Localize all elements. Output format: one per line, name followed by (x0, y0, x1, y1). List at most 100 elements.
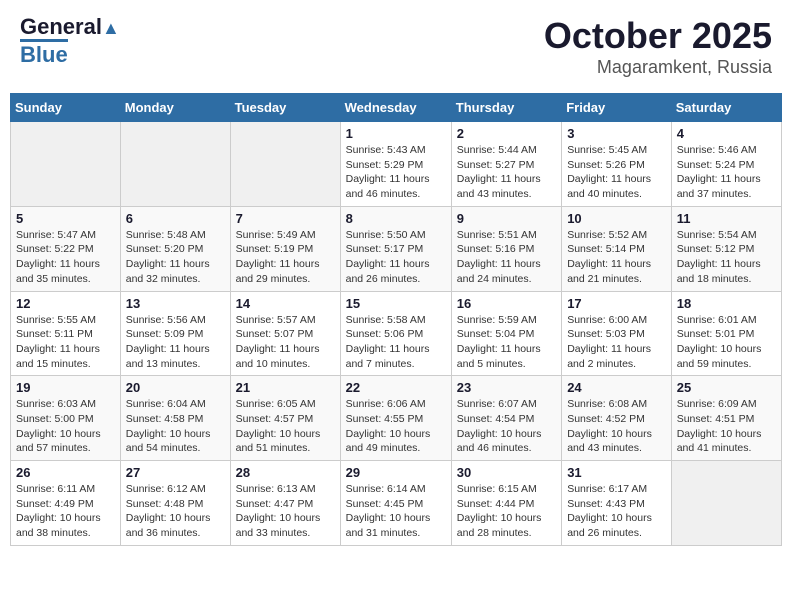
day-info: Sunrise: 6:08 AM Sunset: 4:52 PM Dayligh… (567, 397, 666, 456)
calendar-cell: 10Sunrise: 5:52 AM Sunset: 5:14 PM Dayli… (562, 206, 672, 291)
day-info: Sunrise: 6:01 AM Sunset: 5:01 PM Dayligh… (677, 313, 776, 372)
calendar-week-5: 26Sunrise: 6:11 AM Sunset: 4:49 PM Dayli… (11, 461, 782, 546)
calendar-cell: 23 Sunrise: 6:07 AM Sunset: 4:54 PM Dayli… (451, 376, 561, 461)
day-number: 25 (677, 380, 776, 395)
calendar-cell: 1Sunrise: 5:43 AM Sunset: 5:29 PM Daylig… (340, 122, 451, 207)
day-info: Sunrise: 5:54 AM Sunset: 5:12 PM Dayligh… (677, 228, 776, 287)
day-info: Sunrise: 6:17 AM Sunset: 4:43 PM Dayligh… (567, 482, 666, 541)
day-info: Sunrise: 5:49 AM Sunset: 5:19 PM Dayligh… (236, 228, 335, 287)
day-number: 31 (567, 465, 666, 480)
day-of-week-monday: Monday (120, 94, 230, 122)
day-number: 4 (677, 126, 776, 141)
calendar-cell: 17Sunrise: 6:00 AM Sunset: 5:03 PM Dayli… (562, 291, 672, 376)
day-info: Sunrise: 5:45 AM Sunset: 5:26 PM Dayligh… (567, 143, 666, 202)
day-info: Sunrise: 5:59 AM Sunset: 5:04 PM Dayligh… (457, 313, 556, 372)
calendar-cell: 2 Sunrise: 5:44 AM Sunset: 5:27 PM Daylig… (451, 122, 561, 207)
calendar-cell: 24Sunrise: 6:08 AM Sunset: 4:52 PM Dayli… (562, 376, 672, 461)
day-info: Sunrise: 6:05 AM Sunset: 4:57 PM Dayligh… (236, 397, 335, 456)
day-info: Sunrise: 5:51 AM Sunset: 5:16 PM Dayligh… (457, 228, 556, 287)
day-number: 23 (457, 380, 556, 395)
calendar-week-4: 19 Sunrise: 6:03 AM Sunset: 5:00 PM Dayli… (11, 376, 782, 461)
calendar-cell: 7 Sunrise: 5:49 AM Sunset: 5:19 PM Daylig… (230, 206, 340, 291)
day-info: Sunrise: 6:07 AM Sunset: 4:54 PM Dayligh… (457, 397, 556, 456)
day-info: Sunrise: 6:04 AM Sunset: 4:58 PM Dayligh… (126, 397, 225, 456)
day-info: Sunrise: 6:03 AM Sunset: 5:00 PM Dayligh… (16, 397, 115, 456)
calendar-cell (11, 122, 121, 207)
calendar-cell: 21 Sunrise: 6:05 AM Sunset: 4:57 PM Dayli… (230, 376, 340, 461)
logo: General▲ Blue (20, 15, 120, 67)
page-header: General▲ Blue October 2025 Magaramkent, … (10, 10, 782, 83)
day-info: Sunrise: 5:56 AM Sunset: 5:09 PM Dayligh… (126, 313, 225, 372)
calendar-cell: 22 Sunrise: 6:06 AM Sunset: 4:55 PM Dayli… (340, 376, 451, 461)
calendar-cell: 8 Sunrise: 5:50 AM Sunset: 5:17 PM Daylig… (340, 206, 451, 291)
day-info: Sunrise: 5:50 AM Sunset: 5:17 PM Dayligh… (346, 228, 446, 287)
calendar-header-row: SundayMondayTuesdayWednesdayThursdayFrid… (11, 94, 782, 122)
day-info: Sunrise: 6:06 AM Sunset: 4:55 PM Dayligh… (346, 397, 446, 456)
day-info: Sunrise: 5:48 AM Sunset: 5:20 PM Dayligh… (126, 228, 225, 287)
day-number: 7 (236, 211, 335, 226)
day-info: Sunrise: 6:12 AM Sunset: 4:48 PM Dayligh… (126, 482, 225, 541)
day-info: Sunrise: 6:09 AM Sunset: 4:51 PM Dayligh… (677, 397, 776, 456)
day-info: Sunrise: 5:47 AM Sunset: 5:22 PM Dayligh… (16, 228, 115, 287)
calendar-cell: 16Sunrise: 5:59 AM Sunset: 5:04 PM Dayli… (451, 291, 561, 376)
calendar-cell (230, 122, 340, 207)
logo-blue-text: Blue (20, 39, 68, 67)
day-number: 22 (346, 380, 446, 395)
calendar-cell: 27Sunrise: 6:12 AM Sunset: 4:48 PM Dayli… (120, 461, 230, 546)
calendar-cell: 5Sunrise: 5:47 AM Sunset: 5:22 PM Daylig… (11, 206, 121, 291)
day-of-week-saturday: Saturday (671, 94, 781, 122)
day-number: 8 (346, 211, 446, 226)
logo-text: General▲ (20, 15, 120, 39)
calendar-cell: 26Sunrise: 6:11 AM Sunset: 4:49 PM Dayli… (11, 461, 121, 546)
day-number: 19 (16, 380, 115, 395)
day-info: Sunrise: 6:15 AM Sunset: 4:44 PM Dayligh… (457, 482, 556, 541)
day-number: 30 (457, 465, 556, 480)
calendar-cell: 19 Sunrise: 6:03 AM Sunset: 5:00 PM Dayli… (11, 376, 121, 461)
day-info: Sunrise: 6:11 AM Sunset: 4:49 PM Dayligh… (16, 482, 115, 541)
calendar-cell: 28 Sunrise: 6:13 AM Sunset: 4:47 PM Dayli… (230, 461, 340, 546)
calendar-cell: 30 Sunrise: 6:15 AM Sunset: 4:44 PM Dayli… (451, 461, 561, 546)
day-number: 10 (567, 211, 666, 226)
day-info: Sunrise: 5:46 AM Sunset: 5:24 PM Dayligh… (677, 143, 776, 202)
day-info: Sunrise: 5:57 AM Sunset: 5:07 PM Dayligh… (236, 313, 335, 372)
calendar-week-1: 1Sunrise: 5:43 AM Sunset: 5:29 PM Daylig… (11, 122, 782, 207)
day-number: 15 (346, 296, 446, 311)
calendar-cell (671, 461, 781, 546)
day-number: 9 (457, 211, 556, 226)
day-of-week-sunday: Sunday (11, 94, 121, 122)
day-number: 21 (236, 380, 335, 395)
calendar-cell: 3Sunrise: 5:45 AM Sunset: 5:26 PM Daylig… (562, 122, 672, 207)
day-number: 28 (236, 465, 335, 480)
calendar-cell: 12Sunrise: 5:55 AM Sunset: 5:11 PM Dayli… (11, 291, 121, 376)
day-number: 13 (126, 296, 225, 311)
day-number: 14 (236, 296, 335, 311)
calendar-cell: 15 Sunrise: 5:58 AM Sunset: 5:06 PM Dayli… (340, 291, 451, 376)
day-number: 11 (677, 211, 776, 226)
day-of-week-friday: Friday (562, 94, 672, 122)
calendar-week-3: 12Sunrise: 5:55 AM Sunset: 5:11 PM Dayli… (11, 291, 782, 376)
day-info: Sunrise: 5:55 AM Sunset: 5:11 PM Dayligh… (16, 313, 115, 372)
day-number: 18 (677, 296, 776, 311)
calendar-cell: 4 Sunrise: 5:46 AM Sunset: 5:24 PM Daylig… (671, 122, 781, 207)
calendar-table: SundayMondayTuesdayWednesdayThursdayFrid… (10, 93, 782, 546)
calendar-subtitle: Magaramkent, Russia (544, 57, 772, 78)
day-number: 17 (567, 296, 666, 311)
calendar-cell: 18 Sunrise: 6:01 AM Sunset: 5:01 PM Dayli… (671, 291, 781, 376)
calendar-cell: 6 Sunrise: 5:48 AM Sunset: 5:20 PM Daylig… (120, 206, 230, 291)
day-of-week-tuesday: Tuesday (230, 94, 340, 122)
calendar-cell: 31 Sunrise: 6:17 AM Sunset: 4:43 PM Dayli… (562, 461, 672, 546)
day-number: 6 (126, 211, 225, 226)
day-number: 20 (126, 380, 225, 395)
day-info: Sunrise: 6:13 AM Sunset: 4:47 PM Dayligh… (236, 482, 335, 541)
calendar-cell: 20 Sunrise: 6:04 AM Sunset: 4:58 PM Dayli… (120, 376, 230, 461)
day-number: 29 (346, 465, 446, 480)
day-number: 2 (457, 126, 556, 141)
calendar-cell: 14 Sunrise: 5:57 AM Sunset: 5:07 PM Dayli… (230, 291, 340, 376)
day-info: Sunrise: 5:43 AM Sunset: 5:29 PM Dayligh… (346, 143, 446, 202)
title-section: October 2025 Magaramkent, Russia (544, 15, 772, 78)
calendar-cell: 25 Sunrise: 6:09 AM Sunset: 4:51 PM Dayli… (671, 376, 781, 461)
day-info: Sunrise: 5:44 AM Sunset: 5:27 PM Dayligh… (457, 143, 556, 202)
calendar-cell: 9 Sunrise: 5:51 AM Sunset: 5:16 PM Daylig… (451, 206, 561, 291)
calendar-cell (120, 122, 230, 207)
day-info: Sunrise: 5:58 AM Sunset: 5:06 PM Dayligh… (346, 313, 446, 372)
